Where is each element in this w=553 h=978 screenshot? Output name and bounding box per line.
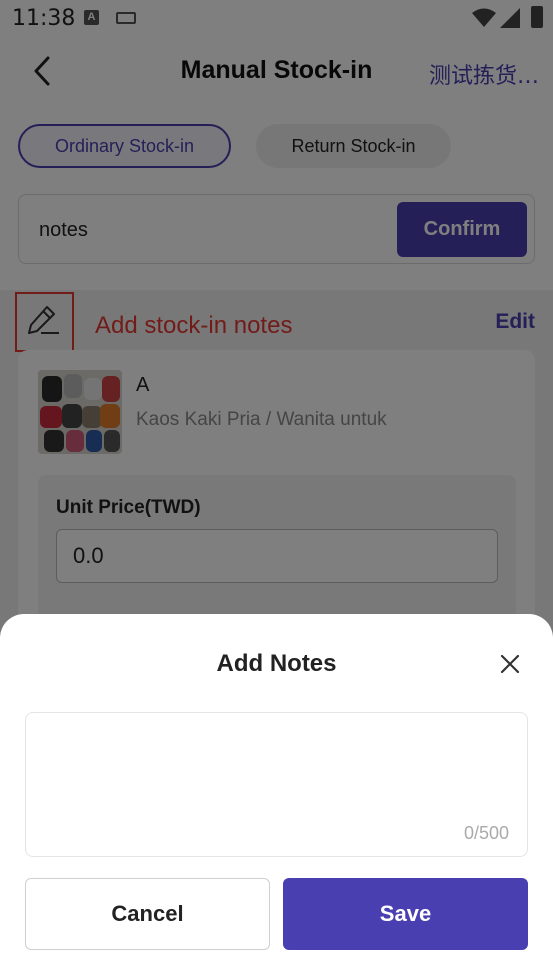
add-notes-bottom-sheet: Add Notes 0/500 Cancel Save: [0, 614, 553, 978]
close-icon[interactable]: [494, 648, 526, 680]
save-button[interactable]: Save: [283, 878, 528, 950]
notes-textarea-container: 0/500: [25, 712, 528, 857]
cancel-button[interactable]: Cancel: [25, 878, 270, 950]
character-counter: 0/500: [463, 823, 509, 843]
sheet-title: Add Notes: [216, 650, 337, 677]
notes-textarea[interactable]: [26, 713, 527, 856]
